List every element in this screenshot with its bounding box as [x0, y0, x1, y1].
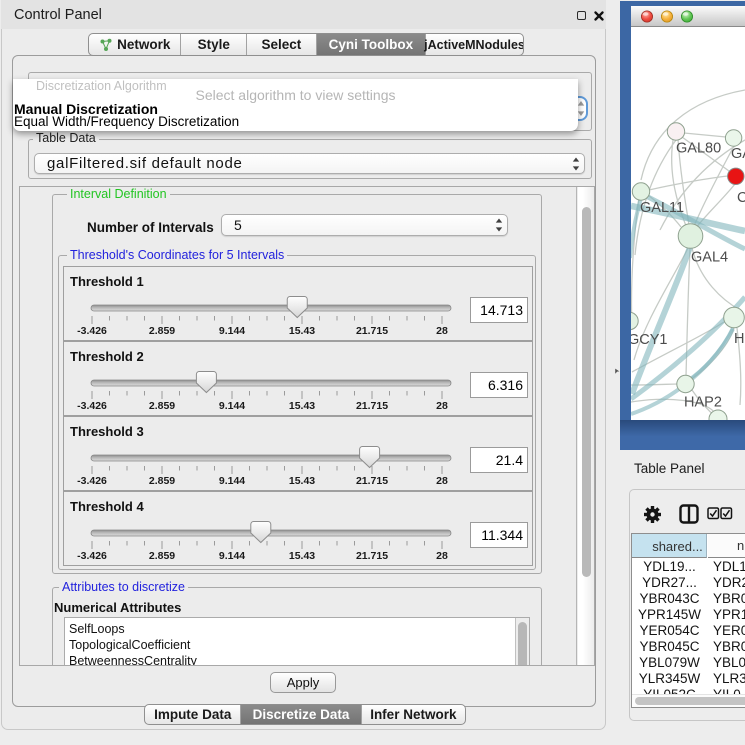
svg-text:2.859: 2.859 — [149, 550, 175, 562]
svg-text:CY: CY — [737, 190, 745, 206]
svg-text:-3.426: -3.426 — [77, 550, 107, 562]
svg-text:9.144: 9.144 — [219, 475, 245, 487]
svg-text:15.43: 15.43 — [289, 550, 315, 562]
svg-text:HAP2: HAP2 — [684, 395, 722, 411]
svg-text:9.144: 9.144 — [219, 550, 245, 562]
svg-text:21.715: 21.715 — [356, 550, 388, 562]
svg-text:-3.426: -3.426 — [77, 400, 107, 412]
svg-text:28: 28 — [436, 475, 448, 487]
svg-text:GAL4: GAL4 — [691, 250, 728, 266]
svg-text:HI: HI — [734, 331, 745, 347]
svg-text:21.715: 21.715 — [356, 325, 388, 337]
svg-text:GAL: GAL — [731, 146, 745, 162]
svg-text:9.144: 9.144 — [219, 325, 245, 337]
svg-text:2.859: 2.859 — [149, 325, 175, 337]
svg-text:28: 28 — [436, 400, 448, 412]
svg-text:-3.426: -3.426 — [77, 475, 107, 487]
svg-text:21.715: 21.715 — [356, 400, 388, 412]
svg-text:2.859: 2.859 — [149, 400, 175, 412]
svg-text:15.43: 15.43 — [289, 475, 315, 487]
svg-text:28: 28 — [436, 325, 448, 337]
svg-text:2.859: 2.859 — [149, 475, 175, 487]
svg-text:GCY1: GCY1 — [631, 332, 668, 348]
svg-text:15.43: 15.43 — [289, 400, 315, 412]
svg-text:GAL80: GAL80 — [676, 141, 721, 157]
svg-text:21.715: 21.715 — [356, 475, 388, 487]
svg-text:9.144: 9.144 — [219, 400, 245, 412]
svg-text:15.43: 15.43 — [289, 325, 315, 337]
svg-text:GAL11: GAL11 — [640, 200, 684, 216]
svg-text:28: 28 — [436, 550, 448, 562]
svg-text:-3.426: -3.426 — [77, 325, 107, 337]
